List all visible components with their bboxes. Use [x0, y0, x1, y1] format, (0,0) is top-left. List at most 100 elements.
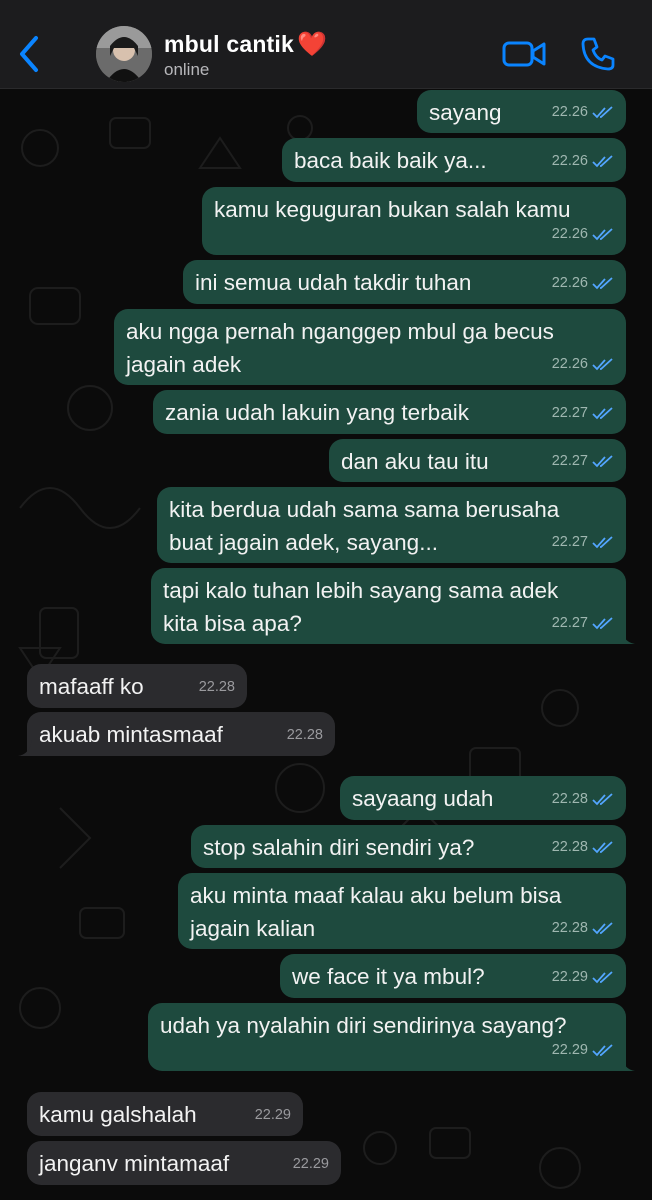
phone-icon — [581, 37, 615, 71]
contact-status: online — [164, 60, 210, 79]
message-time: 22.29 — [254, 1107, 291, 1123]
message-time: 22.26 — [551, 226, 588, 242]
message-bubble-outgoing[interactable]: tapi kalo tuhan lebih sayang sama adek k… — [151, 568, 635, 644]
chat-header: mbul cantik ❤️ online — [0, 0, 652, 89]
message-bubble-outgoing[interactable]: aku ngga pernah nganggep mbul ga becus j… — [114, 309, 626, 385]
message-text: we face it ya mbul? — [292, 964, 485, 989]
double-check-icon — [592, 535, 613, 548]
message-bubble-incoming[interactable]: janganv mintamaaf 22.29 — [27, 1141, 341, 1185]
message-text: dan aku tau itu — [341, 449, 489, 474]
message-time: 22.26 — [551, 356, 588, 372]
voice-call-button[interactable] — [580, 36, 616, 72]
message-bubble-outgoing[interactable]: dan aku tau itu 22.27 — [329, 439, 626, 482]
double-check-icon — [592, 357, 613, 370]
message-meta: 22.26 — [552, 267, 614, 300]
message-bubble-outgoing[interactable]: baca baik baik ya... 22.26 — [282, 138, 626, 182]
message-meta: 22.28 — [287, 719, 323, 752]
message-bubble-outgoing[interactable]: we face it ya mbul? 22.29 — [280, 954, 626, 998]
message-text: mafaaff ko — [39, 674, 144, 699]
message-time: 22.28 — [551, 791, 588, 807]
message-meta: 22.27 — [552, 445, 614, 478]
heart-emoji: ❤️ — [297, 31, 328, 58]
double-check-icon — [592, 921, 613, 934]
message-time: 22.27 — [551, 405, 588, 421]
message-text: zania udah lakuin yang terbaik — [165, 400, 469, 425]
message-time: 22.28 — [198, 679, 235, 695]
double-check-icon — [592, 227, 613, 240]
message-meta: 22.27 — [552, 526, 614, 559]
message-text: janganv mintamaaf — [39, 1151, 230, 1176]
message-bubble-outgoing[interactable]: sayang 22.26 — [417, 90, 626, 133]
message-bubble-outgoing[interactable]: aku minta maaf kalau aku belum bisa jaga… — [178, 873, 626, 949]
message-bubble-incoming[interactable]: kamu galshalah 22.29 — [27, 1092, 303, 1136]
video-call-button[interactable] — [502, 38, 546, 70]
double-check-icon — [592, 1043, 613, 1056]
message-meta: 22.26 — [552, 96, 614, 129]
message-time: 22.29 — [551, 969, 588, 985]
message-text: kamu galshalah — [39, 1102, 197, 1127]
message-time: 22.27 — [551, 534, 588, 550]
message-time: 22.28 — [551, 920, 588, 936]
message-time: 22.27 — [551, 453, 588, 469]
message-text: udah ya nyalahin diri sendirinya sayang? — [160, 1013, 567, 1038]
message-time: 22.27 — [551, 615, 588, 631]
bubble-tail — [621, 628, 635, 644]
message-time: 22.26 — [551, 275, 588, 291]
bubble-tail — [18, 740, 32, 756]
message-bubble-outgoing[interactable]: ini semua udah takdir tuhan 22.26 — [183, 260, 626, 304]
double-check-icon — [592, 616, 613, 629]
message-bubble-incoming[interactable]: mafaaff ko 22.28 — [27, 664, 247, 708]
message-text: aku minta maaf kalau aku belum bisa jaga… — [190, 883, 562, 941]
contact-name-text: mbul cantik — [164, 31, 295, 57]
message-text: stop salahin diri sendiri ya? — [203, 835, 475, 860]
message-text: baca baik baik ya... — [294, 148, 487, 173]
message-text: akuab mintasmaaf — [39, 722, 223, 747]
message-text: kamu keguguran bukan salah kamu — [214, 197, 571, 222]
message-meta: 22.29 — [255, 1099, 291, 1132]
message-meta: 22.26 — [552, 218, 614, 251]
message-time: 22.29 — [292, 1156, 329, 1172]
message-bubble-outgoing[interactable]: stop salahin diri sendiri ya? 22.28 — [191, 825, 626, 868]
message-meta: 22.28 — [552, 783, 614, 816]
message-meta: 22.29 — [293, 1148, 329, 1181]
message-time: 22.29 — [551, 1042, 588, 1058]
message-time: 22.28 — [551, 839, 588, 855]
message-bubble-outgoing[interactable]: sayaang udah 22.28 — [340, 776, 626, 820]
message-meta: 22.28 — [199, 671, 235, 704]
message-bubble-incoming[interactable]: akuab mintasmaaf 22.28 — [18, 712, 335, 756]
message-bubble-outgoing[interactable]: udah ya nyalahin diri sendirinya sayang?… — [148, 1003, 635, 1071]
message-bubble-outgoing[interactable]: zania udah lakuin yang terbaik 22.27 — [153, 390, 626, 434]
chevron-left-icon — [20, 36, 38, 72]
message-bubble-outgoing[interactable]: kamu keguguran bukan salah kamu 22.26 — [202, 187, 626, 255]
message-text: sayang — [429, 100, 502, 125]
back-button[interactable] — [14, 34, 44, 74]
double-check-icon — [592, 840, 613, 853]
message-time: 22.28 — [286, 727, 323, 743]
message-text: tapi kalo tuhan lebih sayang sama adek k… — [163, 578, 559, 636]
message-time: 22.26 — [551, 104, 588, 120]
double-check-icon — [592, 406, 613, 419]
message-meta: 22.28 — [552, 912, 614, 945]
message-text: sayaang udah — [352, 786, 494, 811]
contact-name[interactable]: mbul cantik ❤️ — [164, 30, 327, 59]
message-meta: 22.27 — [552, 397, 614, 430]
message-meta: 22.27 — [552, 607, 614, 640]
bubble-tail — [621, 1055, 635, 1071]
message-time: 22.26 — [551, 153, 588, 169]
message-meta: 22.26 — [552, 145, 614, 178]
message-meta: 22.26 — [552, 348, 614, 381]
video-icon — [502, 41, 546, 67]
message-text: aku ngga pernah nganggep mbul ga becus j… — [126, 319, 554, 377]
double-check-icon — [592, 970, 613, 983]
double-check-icon — [592, 154, 613, 167]
double-check-icon — [592, 276, 613, 289]
double-check-icon — [592, 105, 613, 118]
double-check-icon — [592, 454, 613, 467]
message-meta: 22.29 — [552, 961, 614, 994]
avatar[interactable] — [96, 26, 152, 82]
message-text: ini semua udah takdir tuhan — [195, 270, 472, 295]
message-bubble-outgoing[interactable]: kita berdua udah sama sama berusaha buat… — [157, 487, 626, 563]
message-meta: 22.29 — [552, 1034, 614, 1067]
double-check-icon — [592, 792, 613, 805]
message-text: kita berdua udah sama sama berusaha buat… — [169, 497, 560, 555]
